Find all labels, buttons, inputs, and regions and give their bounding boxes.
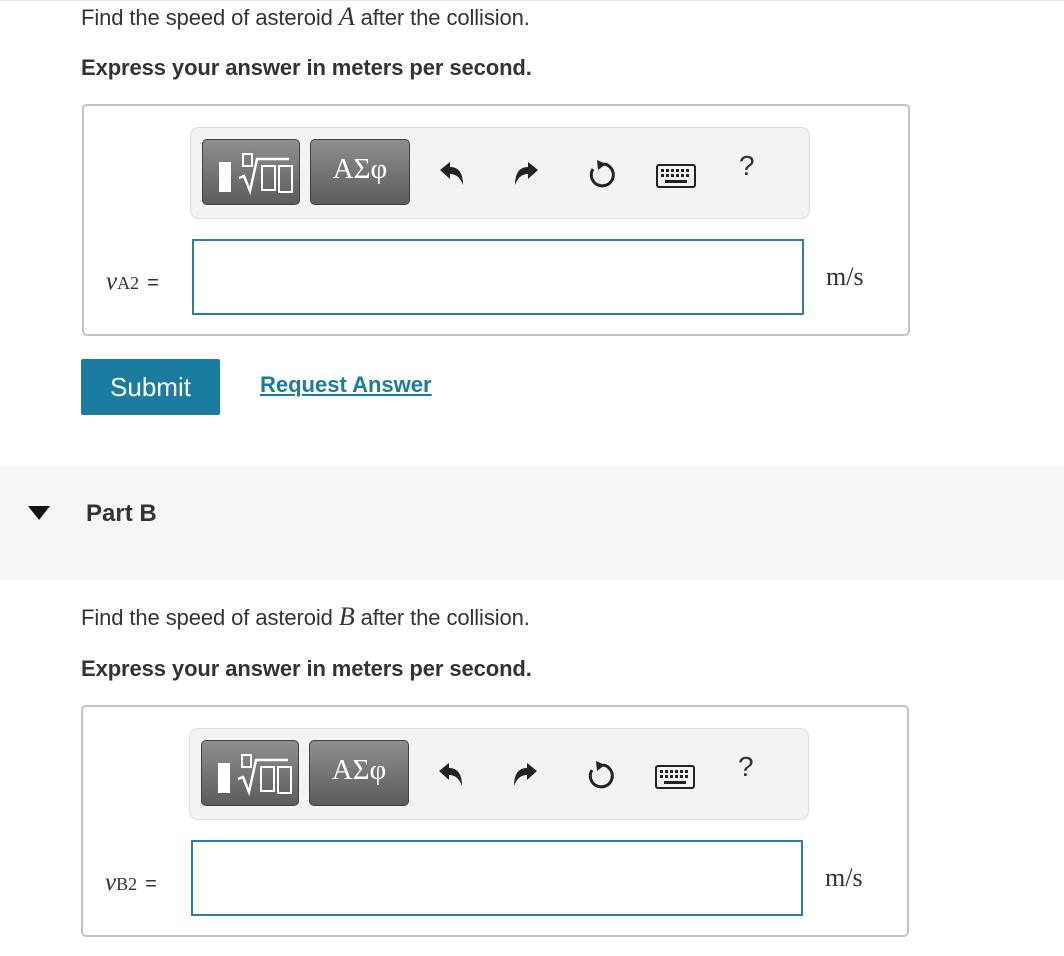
variable-symbol: v xyxy=(106,268,118,295)
part-b-header[interactable]: Part B xyxy=(0,466,1064,580)
part-b-title: Part B xyxy=(86,500,157,527)
reset-icon[interactable] xyxy=(585,158,617,190)
variable-label: vA2 = xyxy=(106,268,159,296)
part-b-prompt-before: Find the speed of asteroid xyxy=(81,605,339,630)
cursor-bar-icon xyxy=(219,162,231,192)
equals-sign: = xyxy=(147,272,159,294)
submit-button[interactable]: Submit xyxy=(81,359,220,415)
part-b-prompt-after: after the collision. xyxy=(354,605,530,630)
keyboard-icon[interactable] xyxy=(655,765,695,789)
symbols-button[interactable]: ΑΣφ xyxy=(309,740,409,806)
variable-symbol: v xyxy=(105,869,117,896)
part-a-prompt-before: Find the speed of asteroid xyxy=(81,5,339,30)
part-b-prompt: Find the speed of asteroid B after the c… xyxy=(81,602,530,632)
keyboard-icon[interactable] xyxy=(656,164,696,188)
math-toolbar: ΑΣφ ? xyxy=(189,728,809,820)
math-toolbar: ΑΣφ ? xyxy=(190,127,810,219)
request-answer-link[interactable]: Request Answer xyxy=(260,372,432,398)
part-a-prompt-after: after the collision. xyxy=(354,5,530,30)
templates-icon xyxy=(237,754,292,797)
answer-input[interactable] xyxy=(191,840,803,916)
part-b-answer-box: ΑΣφ ? vB2 = m/s xyxy=(81,705,909,937)
undo-icon[interactable] xyxy=(437,161,467,189)
variable-subscript: A2 xyxy=(117,273,140,293)
variable-label: vB2 = xyxy=(105,869,157,897)
part-b-prompt-var: B xyxy=(338,602,355,631)
reset-icon[interactable] xyxy=(584,759,616,791)
redo-icon[interactable] xyxy=(511,161,541,189)
part-a-prompt: Find the speed of asteroid A after the c… xyxy=(81,2,530,32)
part-b-instruction: Express your answer in meters per second… xyxy=(81,656,532,681)
redo-icon[interactable] xyxy=(510,762,540,790)
help-icon[interactable]: ? xyxy=(739,150,755,182)
templates-button[interactable] xyxy=(201,740,299,806)
help-icon[interactable]: ? xyxy=(738,751,754,783)
cursor-bar-icon xyxy=(218,763,230,793)
part-a-answer-box: ΑΣφ ? vA2 = m/s xyxy=(82,104,910,336)
answer-input[interactable] xyxy=(192,239,804,315)
unit-label: m/s xyxy=(826,262,864,291)
part-a-prompt-var: A xyxy=(338,2,355,31)
templates-icon xyxy=(238,153,293,196)
undo-icon[interactable] xyxy=(436,762,466,790)
unit-label: m/s xyxy=(825,863,863,892)
variable-subscript: B2 xyxy=(116,874,138,894)
symbols-label: ΑΣφ xyxy=(331,754,387,786)
top-divider xyxy=(0,0,1064,1)
symbols-button[interactable]: ΑΣφ xyxy=(310,139,410,205)
templates-button[interactable] xyxy=(202,139,300,205)
triangle-down-icon[interactable] xyxy=(28,506,50,520)
part-a-instruction: Express your answer in meters per second… xyxy=(81,55,532,80)
equals-sign: = xyxy=(145,873,157,895)
symbols-label: ΑΣφ xyxy=(332,153,388,185)
